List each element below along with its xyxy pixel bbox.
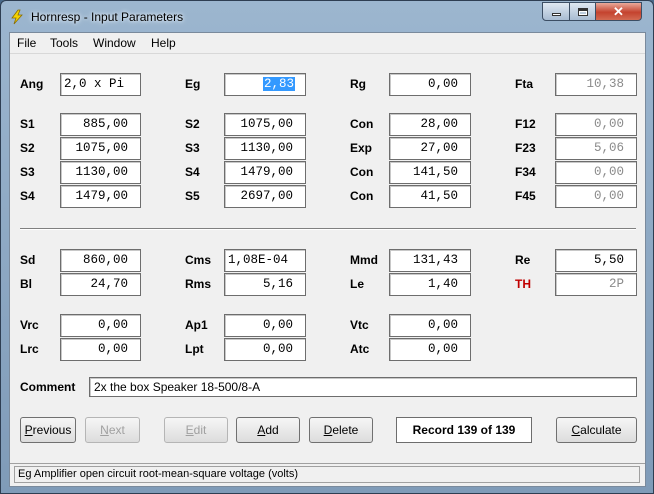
- lpt-label: Lpt: [185, 342, 204, 356]
- s3-right-label: S3: [185, 141, 200, 155]
- f45-field: 0,00: [555, 185, 637, 208]
- con1-label: Con: [350, 117, 374, 131]
- window-title: Hornresp - Input Parameters: [31, 10, 184, 24]
- maximize-button[interactable]: [569, 2, 596, 21]
- cms-label: Cms: [185, 253, 212, 267]
- con4-label: Con: [350, 189, 374, 203]
- main-form: File Tools Window Help Ang 2,0 x Pi Eg 2…: [9, 32, 646, 487]
- s2-left-label: S2: [20, 141, 35, 155]
- s1-label: S1: [20, 117, 35, 131]
- close-icon: ✕: [613, 4, 624, 19]
- re-field[interactable]: 5,50: [555, 249, 637, 272]
- vrc-field[interactable]: 0,00: [60, 314, 141, 337]
- con1-field[interactable]: 28,00: [389, 113, 471, 136]
- lrc-field[interactable]: 0,00: [60, 338, 141, 361]
- s5-field[interactable]: 2697,00: [224, 185, 306, 208]
- exp-label: Exp: [350, 141, 373, 155]
- s4-right-label: S4: [185, 165, 200, 179]
- s3-right-field[interactable]: 1130,00: [224, 137, 306, 160]
- fta-field: 10,38: [555, 73, 637, 96]
- le-label: Le: [350, 277, 365, 291]
- app-window: Hornresp - Input Parameters ✕ File Tools…: [0, 0, 654, 494]
- s4-right-field[interactable]: 1479,00: [224, 161, 306, 184]
- ang-label: Ang: [20, 77, 44, 91]
- re-label: Re: [515, 253, 531, 267]
- s2-right-field[interactable]: 1075,00: [224, 113, 306, 136]
- cms-field[interactable]: 1,08E-04: [224, 249, 306, 272]
- eg-label: Eg: [185, 77, 201, 91]
- s4-left-label: S4: [20, 189, 35, 203]
- vtc-label: Vtc: [350, 318, 369, 332]
- previous-button[interactable]: Previous: [20, 417, 76, 443]
- menu-bar: File Tools Window Help: [10, 33, 645, 54]
- f34-label: F34: [515, 165, 536, 179]
- status-bar: Eg Amplifier open circuit root-mean-squa…: [10, 463, 645, 486]
- rg-label: Rg: [350, 77, 366, 91]
- mmd-label: Mmd: [350, 253, 378, 267]
- comment-field[interactable]: 2x the box Speaker 18-500/8-A: [89, 377, 637, 397]
- fta-label: Fta: [515, 77, 533, 91]
- add-button[interactable]: Add: [236, 417, 300, 443]
- s1-field[interactable]: 885,00: [60, 113, 141, 136]
- s3-left-field[interactable]: 1130,00: [60, 161, 141, 184]
- edit-button[interactable]: Edit: [164, 417, 228, 443]
- status-text: Eg Amplifier open circuit root-mean-squa…: [14, 466, 640, 483]
- close-button[interactable]: ✕: [595, 2, 642, 21]
- menu-window[interactable]: Window: [93, 36, 136, 50]
- s4-left-field[interactable]: 1479,00: [60, 185, 141, 208]
- f12-label: F12: [515, 117, 536, 131]
- menu-file[interactable]: File: [17, 36, 36, 50]
- f45-label: F45: [515, 189, 536, 203]
- calculate-button[interactable]: Calculate: [556, 417, 637, 443]
- s3-left-label: S3: [20, 165, 35, 179]
- record-indicator: Record 139 of 139: [396, 417, 532, 443]
- bl-field[interactable]: 24,70: [60, 273, 141, 296]
- menu-help[interactable]: Help: [151, 36, 176, 50]
- atc-field[interactable]: 0,00: [389, 338, 471, 361]
- lrc-label: Lrc: [20, 342, 39, 356]
- f23-field: 5,06: [555, 137, 637, 160]
- rg-field[interactable]: 0,00: [389, 73, 471, 96]
- lightning-icon: [9, 9, 25, 25]
- eg-value: 2,83: [262, 77, 295, 91]
- eg-field[interactable]: 2,83: [224, 73, 306, 96]
- rms-field[interactable]: 5,16: [224, 273, 306, 296]
- s2-right-label: S2: [185, 117, 200, 131]
- atc-label: Atc: [350, 342, 370, 356]
- f23-label: F23: [515, 141, 536, 155]
- menu-tools[interactable]: Tools: [50, 36, 78, 50]
- comment-label: Comment: [20, 380, 76, 394]
- ap1-label: Ap1: [185, 318, 208, 332]
- delete-button[interactable]: Delete: [309, 417, 373, 443]
- rms-label: Rms: [185, 277, 212, 291]
- s2-left-field[interactable]: 1075,00: [60, 137, 141, 160]
- th-field: 2P: [555, 273, 637, 296]
- maximize-icon: [577, 7, 588, 16]
- f34-field: 0,00: [555, 161, 637, 184]
- s5-label: S5: [185, 189, 200, 203]
- minimize-button[interactable]: [542, 2, 570, 21]
- le-field[interactable]: 1,40: [389, 273, 471, 296]
- title-bar[interactable]: Hornresp - Input Parameters ✕: [1, 1, 653, 33]
- ang-field[interactable]: 2,0 x Pi: [60, 73, 141, 96]
- mmd-field[interactable]: 131,43: [389, 249, 471, 272]
- th-label[interactable]: TH: [515, 277, 531, 291]
- f12-field: 0,00: [555, 113, 637, 136]
- ap1-field[interactable]: 0,00: [224, 314, 306, 337]
- minimize-icon: [551, 13, 561, 16]
- next-button[interactable]: Next: [85, 417, 140, 443]
- section-divider: [20, 228, 636, 230]
- vtc-field[interactable]: 0,00: [389, 314, 471, 337]
- lpt-field[interactable]: 0,00: [224, 338, 306, 361]
- bl-label: Bl: [20, 277, 32, 291]
- vrc-label: Vrc: [20, 318, 39, 332]
- sd-label: Sd: [20, 253, 36, 267]
- sd-field[interactable]: 860,00: [60, 249, 141, 272]
- exp-field[interactable]: 27,00: [389, 137, 471, 160]
- con3-label: Con: [350, 165, 374, 179]
- con3-field[interactable]: 141,50: [389, 161, 471, 184]
- con4-field[interactable]: 41,50: [389, 185, 471, 208]
